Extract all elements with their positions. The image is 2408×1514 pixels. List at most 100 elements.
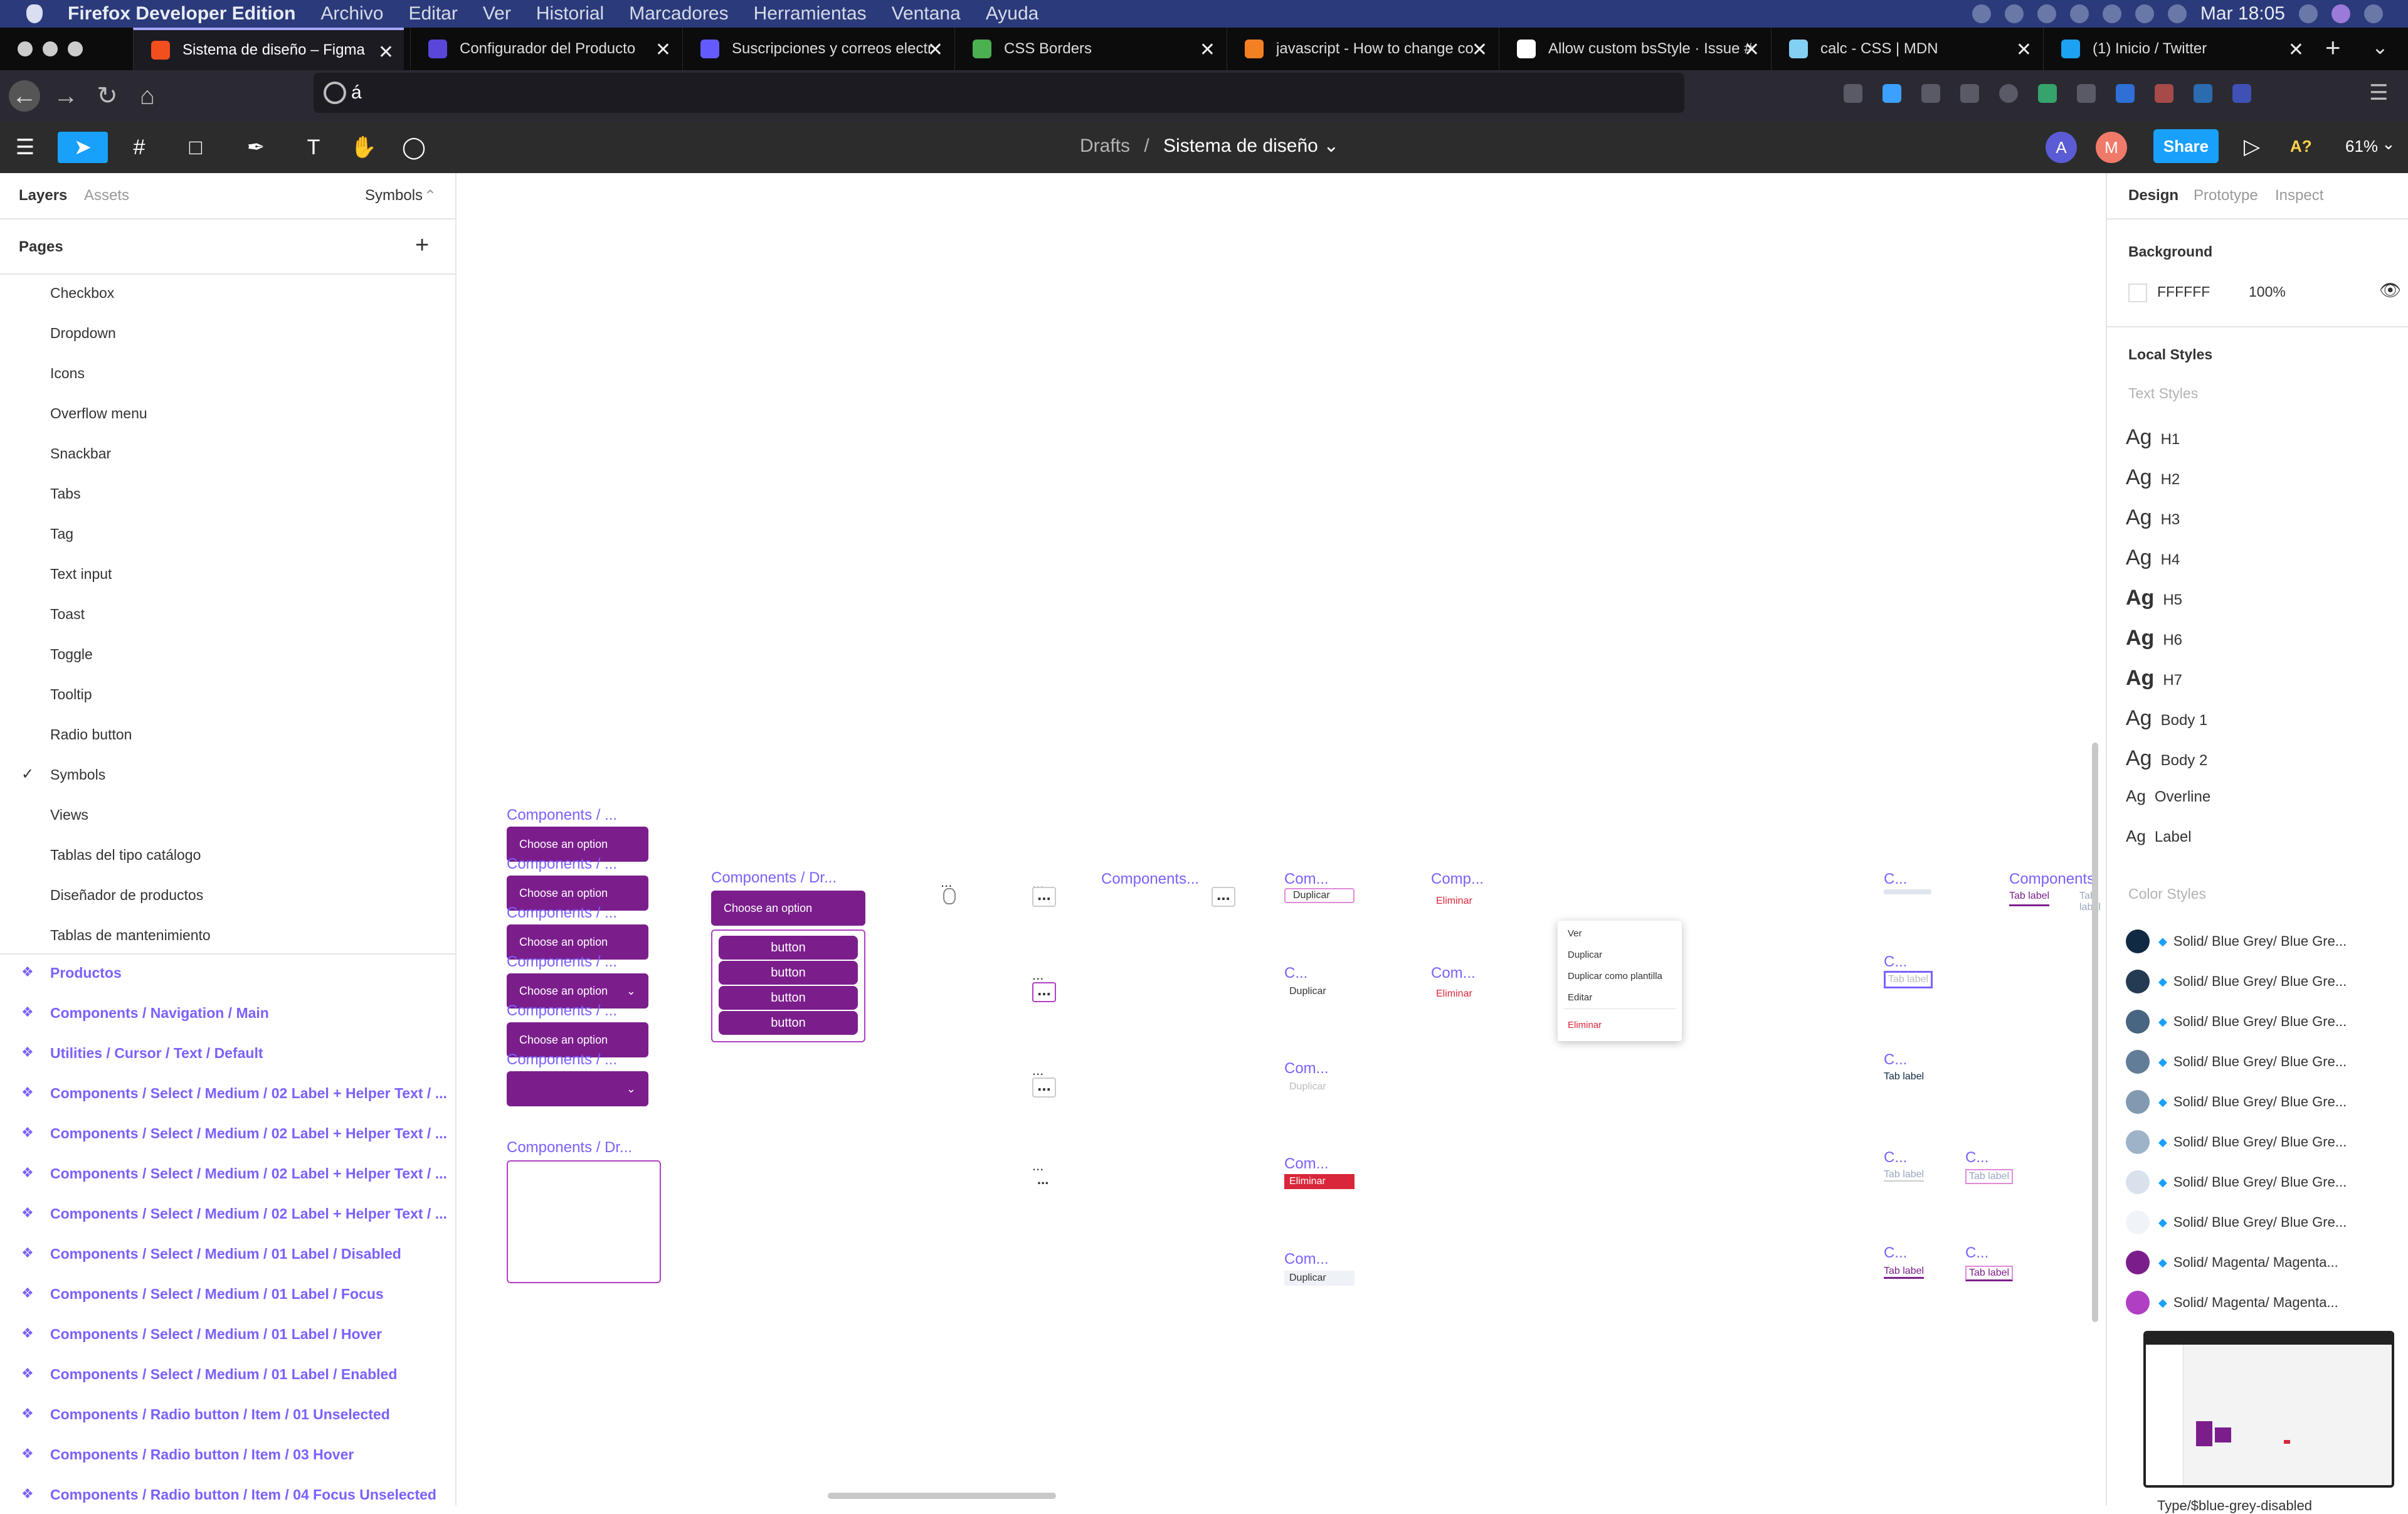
background-hex[interactable]: FFFFFF <box>2157 283 2210 300</box>
user-icon[interactable] <box>2331 4 2350 23</box>
color-style-item[interactable]: ◆ Solid/ Blue Grey/ Blue Gre... <box>2126 1050 2347 1074</box>
menu-ventana[interactable]: Ventana <box>892 3 961 24</box>
component-label[interactable]: Components / ... <box>507 1002 617 1020</box>
menu-item-duplicar-plantilla[interactable]: Duplicar como plantilla <box>1568 971 1662 982</box>
overflow-menu-button[interactable]: ... <box>1032 982 1056 1002</box>
color-style-partial[interactable]: Type/$blue-grey-disabled <box>2157 1498 2312 1514</box>
layer-item[interactable]: Components / Select / Medium / 02 Label … <box>50 1205 452 1222</box>
extension-icon[interactable] <box>2155 84 2173 103</box>
page-item[interactable]: Toast <box>50 606 85 623</box>
tab-layers[interactable]: Layers <box>19 187 67 204</box>
text-style-item[interactable]: Ag Body 1 <box>2126 706 2207 731</box>
layer-item[interactable]: Components / Select / Medium / 02 Label … <box>50 1165 452 1182</box>
layer-item[interactable]: Components / Navigation / Main <box>50 1005 452 1022</box>
layer-item[interactable]: Components / Select / Medium / 02 Label … <box>50 1085 452 1102</box>
color-style-item[interactable]: ◆ Solid/ Blue Grey/ Blue Gre... <box>2126 1090 2347 1114</box>
layer-item[interactable]: Components / Select / Medium / 02 Label … <box>50 1125 452 1142</box>
avatar[interactable]: A <box>2046 132 2077 163</box>
canvas-minimap[interactable] <box>2143 1331 2394 1488</box>
close-tab-icon[interactable]: ✕ <box>1472 39 1487 61</box>
menu-editar[interactable]: Editar <box>408 3 457 24</box>
comment-tool-icon[interactable]: ◯ <box>396 132 431 163</box>
text-style-item[interactable]: Ag H4 <box>2126 546 2180 570</box>
tab-item-selected[interactable]: Tab label <box>1884 1266 1925 1279</box>
text-style-item[interactable]: Ag H2 <box>2126 465 2180 490</box>
search-icon[interactable] <box>2299 4 2318 23</box>
text-style-item[interactable]: Ag H7 <box>2126 666 2182 691</box>
page-item[interactable]: Tabs <box>50 485 81 502</box>
tab-item[interactable]: Tab label <box>1884 1071 1924 1083</box>
component-label[interactable]: Com... <box>1431 965 1476 982</box>
design-canvas[interactable]: Components / ... Choose an option Compon… <box>458 173 2104 1505</box>
component-label[interactable]: Components / Dr... <box>507 1139 632 1157</box>
hamburger-menu-icon[interactable]: ☰ <box>2369 82 2388 103</box>
avatar[interactable]: M <box>2096 132 2127 163</box>
page-item[interactable]: Tablas del tipo catálogo <box>50 847 201 864</box>
main-menu-icon[interactable]: ☰ <box>8 132 43 163</box>
layer-item[interactable]: Components / Radio button / Item / 03 Ho… <box>50 1446 452 1463</box>
tab-item[interactable]: Tab label <box>1965 1169 2014 1184</box>
frame-tool-icon[interactable]: # <box>122 132 157 163</box>
zoom-window-icon[interactable] <box>68 41 83 56</box>
close-tab-icon[interactable]: ✕ <box>378 41 394 63</box>
zoom-level[interactable]: 61% <box>2345 137 2378 156</box>
component-label[interactable]: C... <box>1884 1051 1907 1069</box>
page-picker[interactable]: Symbols <box>365 187 423 204</box>
status-icon[interactable] <box>2004 4 2024 23</box>
page-item[interactable]: Dropdown <box>50 325 116 342</box>
browser-tab[interactable]: Configurador del Producto ✕ <box>410 28 681 70</box>
extension-icon[interactable] <box>2038 84 2057 103</box>
text-style-item[interactable]: Ag H3 <box>2126 506 2180 530</box>
component-label[interactable]: Components / ... <box>507 855 617 873</box>
component-label[interactable]: Components / ... <box>507 807 617 824</box>
page-item[interactable]: Diseñador de productos <box>50 887 203 904</box>
wrench-icon[interactable] <box>1844 84 1862 103</box>
eliminar-option-hover[interactable]: Eliminar <box>1284 1174 1354 1189</box>
page-item[interactable]: Toggle <box>50 646 93 663</box>
dropdown-button[interactable]: button <box>719 961 858 985</box>
apple-icon[interactable] <box>26 4 43 23</box>
file-name[interactable]: Sistema de diseño <box>1163 135 1318 156</box>
browser-tab[interactable]: CSS Borders ✕ <box>954 28 1225 70</box>
color-style-item[interactable]: ◆ Solid/ Blue Grey/ Blue Gre... <box>2126 929 2347 953</box>
page-item[interactable]: Views <box>50 807 88 823</box>
hand-tool-icon[interactable]: ✋ <box>346 132 381 163</box>
menu-item-editar[interactable]: Editar <box>1568 992 1592 1003</box>
tab-item-selected[interactable]: Tab label <box>2009 891 2050 906</box>
menu-herramientas[interactable]: Herramientas <box>754 3 867 24</box>
tab-prototype[interactable]: Prototype <box>2194 187 2258 204</box>
text-style-item[interactable]: Ag Label <box>2126 827 2192 846</box>
close-tab-icon[interactable]: ✕ <box>2016 39 2032 61</box>
background-opacity[interactable]: 100% <box>2249 283 2286 300</box>
overflow-menu-button[interactable]: ... <box>1032 1077 1056 1098</box>
volume-icon[interactable] <box>2167 4 2187 23</box>
page-item[interactable]: Icons <box>50 365 85 382</box>
select-component[interactable]: ⌄ <box>507 1071 648 1106</box>
download-icon[interactable] <box>1883 84 1901 103</box>
color-style-item[interactable]: ◆ Solid/ Blue Grey/ Blue Gre... <box>2126 970 2347 993</box>
layer-item[interactable]: Components / Radio button / Item / 01 Un… <box>50 1406 452 1423</box>
status-icon[interactable] <box>2069 4 2089 23</box>
component-label[interactable]: Com... <box>1284 1155 1329 1173</box>
select-component[interactable]: Choose an option <box>711 891 865 926</box>
dropdown-button[interactable]: button <box>719 1011 858 1035</box>
page-item[interactable]: Radio button <box>50 726 132 743</box>
component-label[interactable]: Components... <box>1101 871 1199 888</box>
component-label[interactable]: C... <box>1284 965 1307 982</box>
layer-item[interactable]: Components / Select / Medium / 01 Label … <box>50 1286 452 1303</box>
tab-inspect[interactable]: Inspect <box>2275 187 2323 204</box>
layer-item[interactable]: Components / Radio button / Item / 04 Fo… <box>50 1486 452 1503</box>
text-style-item[interactable]: Ag H6 <box>2126 626 2182 650</box>
present-icon[interactable]: ▷ <box>2244 134 2260 159</box>
page-item[interactable]: Text input <box>50 566 112 583</box>
menu-historial[interactable]: Historial <box>536 3 604 24</box>
page-item[interactable]: Tooltip <box>50 686 92 703</box>
url-value[interactable]: á <box>351 82 362 103</box>
component-label[interactable]: Components / ... <box>507 904 617 922</box>
text-style-item[interactable]: Ag Overline <box>2126 786 2210 806</box>
color-style-item[interactable]: ◆ Solid/ Blue Grey/ Blue Gre... <box>2126 1210 2347 1234</box>
page-item[interactable]: Overflow menu <box>50 405 147 422</box>
status-icon[interactable] <box>1972 4 1991 23</box>
overflow-dots[interactable]: ... <box>1037 1172 1048 1188</box>
account-icon[interactable] <box>1999 84 2018 103</box>
